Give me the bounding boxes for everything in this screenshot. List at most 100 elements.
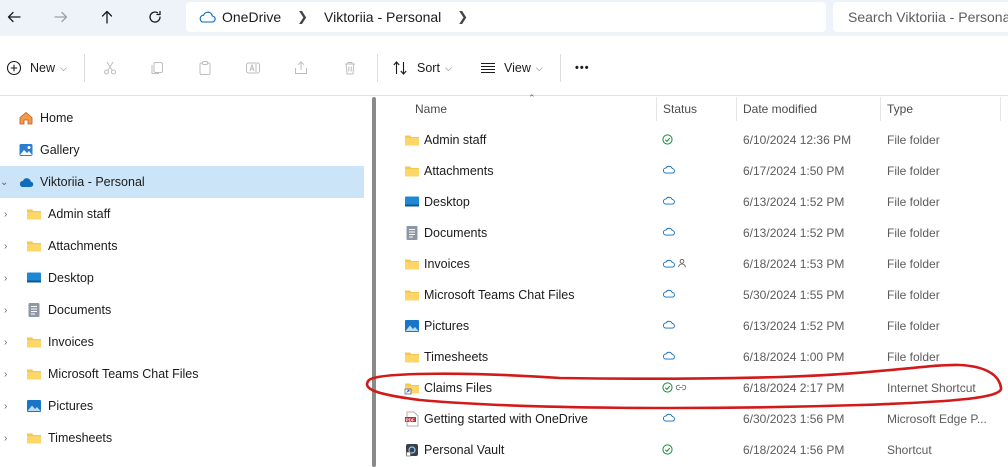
up-button[interactable] [93,5,121,29]
copy-button[interactable] [149,57,165,79]
file-name: Personal Vault [424,443,505,457]
chevron-right-icon[interactable]: › [4,209,14,220]
folder-icon [26,238,42,254]
sidebar-item-admin-staff[interactable]: › Admin staff [0,198,364,230]
date-modified: 6/18/2024 2:17 PM [743,381,845,395]
folder-icon [404,349,420,365]
rename-button[interactable] [245,57,261,79]
sidebar-item-home[interactable]: Home [0,102,364,134]
view-button[interactable]: View ⌵ [480,57,543,79]
divider [377,54,378,82]
file-name-cell: Personal Vault [404,442,504,458]
synced-check-icon [662,382,673,393]
file-name-cell: Documents [404,225,487,241]
file-row-timesheets[interactable]: Timesheets 6/18/2024 1:00 PM File folder [382,342,1008,373]
chevron-right-icon[interactable]: ❯ [457,9,468,25]
file-type: Internet Shortcut [887,381,976,395]
sidebar-item-teams-chat-files[interactable]: › Microsoft Teams Chat Files [0,358,364,390]
search-input[interactable]: Search Viktoriia - Personal [833,2,1008,32]
synced-check-icon [662,134,673,145]
sidebar-scrollbar[interactable] [372,97,376,467]
sidebar-item-timesheets[interactable]: › Timesheets [0,422,364,454]
copy-icon [151,62,163,74]
chevron-right-icon[interactable]: › [4,305,14,316]
file-row-claims-files[interactable]: Claims Files 6/18/2024 2:17 PM Internet … [382,373,1008,404]
folder-icon [404,256,420,272]
chevron-down-icon[interactable]: ⌄ [0,177,10,188]
more-options-button[interactable]: ••• [575,57,590,79]
file-row-attachments[interactable]: Attachments 6/17/2024 1:50 PM File folde… [382,156,1008,187]
column-divider[interactable] [656,97,657,121]
file-name-cell: Invoices [404,256,470,272]
column-header-status[interactable]: Status [663,102,697,116]
chevron-right-icon[interactable]: › [4,241,14,252]
column-divider[interactable] [736,97,737,121]
file-row-documents[interactable]: Documents 6/13/2024 1:52 PM File folder [382,218,1008,249]
column-header-name[interactable]: Name [415,102,447,116]
sync-status [662,320,675,329]
file-row-desktop[interactable]: Desktop 6/13/2024 1:52 PM File folder [382,187,1008,218]
file-row-getting-started[interactable]: PDF Getting started with OneDrive 6/30/2… [382,404,1008,435]
folder-icon [26,334,42,350]
chevron-right-icon[interactable]: › [4,369,14,380]
sidebar-item-attachments[interactable]: › Attachments [0,230,364,262]
sidebar-item-invoices[interactable]: › Invoices [0,326,364,358]
breadcrumb-onedrive[interactable]: OneDrive [222,9,281,25]
share-button[interactable] [293,57,309,79]
back-button[interactable] [0,5,28,29]
file-type: File folder [887,319,940,333]
file-name-cell: PDF Getting started with OneDrive [404,411,588,427]
forward-button[interactable] [47,5,75,29]
sidebar-item-pictures[interactable]: › Pictures [0,390,364,422]
file-name: Microsoft Teams Chat Files [424,288,575,302]
sidebar-item-viktoriia-personal[interactable]: ⌄ Viktoriia - Personal [0,166,364,198]
new-button[interactable]: New ⌵ [6,57,67,79]
file-row-personal-vault[interactable]: Personal Vault 6/18/2024 1:56 PM Shortcu… [382,435,1008,466]
folder-icon [404,163,420,179]
divider [84,54,85,82]
cut-button[interactable] [102,57,118,79]
chevron-down-icon: ⌵ [60,62,67,73]
chevron-right-icon[interactable]: › [4,337,14,348]
refresh-button[interactable] [141,5,169,29]
chevron-right-icon[interactable]: › [4,273,14,284]
column-header-type[interactable]: Type [887,102,913,116]
cloud-icon [662,227,675,236]
file-row-teams-chat-files[interactable]: Microsoft Teams Chat Files 5/30/2024 1:5… [382,280,1008,311]
file-name-cell: Desktop [404,194,470,210]
file-name: Documents [424,226,488,240]
cloud-icon [662,196,675,205]
file-row-invoices[interactable]: Invoices 6/18/2024 1:53 PM File folder [382,249,1008,280]
sidebar-item-label: Home [40,111,74,125]
file-row-pictures[interactable]: Pictures 6/13/2024 1:52 PM File folder [382,311,1008,342]
breadcrumb-current[interactable]: Viktoriia - Personal [324,9,441,25]
file-row-admin-staff[interactable]: Admin staff 6/10/2024 12:36 PM File fold… [382,125,1008,156]
column-header-date-modified[interactable]: Date modified [743,102,817,116]
date-modified: 6/13/2024 1:52 PM [743,226,845,240]
refresh-icon [149,10,161,23]
paste-button[interactable] [197,57,213,79]
chevron-right-icon[interactable]: › [4,401,14,412]
sidebar-item-documents[interactable]: › Documents [0,294,364,326]
sort-button[interactable]: Sort ⌵ [392,57,452,79]
address-field[interactable]: OneDrive ❯ Viktoriia - Personal ❯ [186,2,826,32]
sidebar-item-label: Timesheets [48,431,113,445]
sidebar-item-label: Invoices [48,335,94,349]
sidebar-item-gallery[interactable]: Gallery [0,134,364,166]
pictures-icon [404,318,420,334]
file-name-cell: Microsoft Teams Chat Files [404,287,575,303]
sync-status [662,258,687,268]
date-modified: 6/10/2024 12:36 PM [743,133,852,147]
new-label: New [30,61,56,75]
sidebar-item-desktop[interactable]: › Desktop [0,262,364,294]
delete-button[interactable] [342,57,358,79]
sidebar-item-label: Desktop [48,271,94,285]
chevron-right-icon[interactable]: ❯ [297,9,308,25]
date-modified: 6/18/2024 1:53 PM [743,257,845,271]
column-divider[interactable] [880,97,881,121]
column-divider[interactable] [1000,97,1001,121]
vault-icon [404,442,420,458]
chevron-right-icon[interactable]: › [4,433,14,444]
folder-icon [404,132,420,148]
sync-status [662,289,675,298]
